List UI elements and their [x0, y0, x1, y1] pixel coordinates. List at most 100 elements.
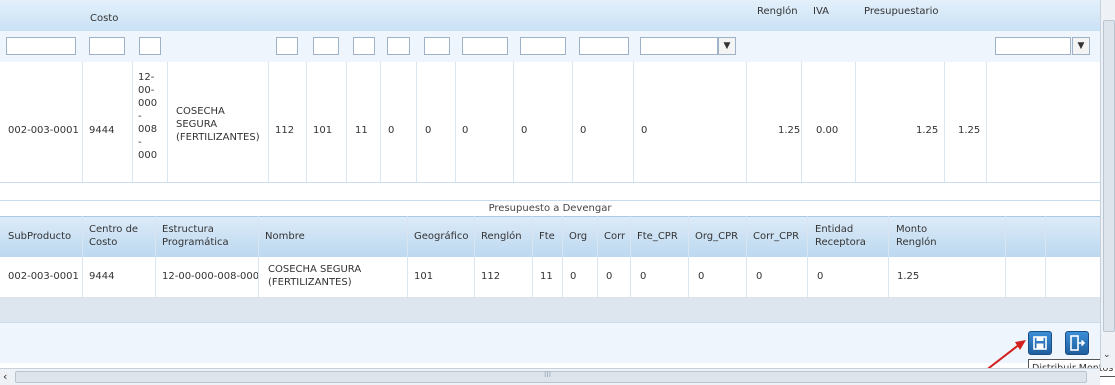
header-corr[interactable]: Corr: [604, 231, 625, 242]
chevron-left-icon[interactable]: ‹: [3, 370, 7, 383]
header-monto-renglon[interactable]: Monto Renglón: [896, 223, 937, 249]
cell-corr-cpr: 0: [756, 271, 763, 282]
lower-grid-row[interactable]: 002-003-0001 9444 12-00-000-008-000 COSE…: [0, 216, 1100, 298]
header-entidad-receptora[interactable]: Entidad Receptora: [815, 223, 866, 249]
cell-org: 0: [388, 125, 395, 136]
column-divider: [532, 216, 533, 297]
header-org[interactable]: Org: [569, 231, 587, 242]
cell-corr: 0: [606, 271, 613, 282]
cell-geografico: 101: [313, 125, 333, 136]
filter-org-cpr-input[interactable]: [520, 37, 566, 55]
toolbar-panel: [0, 322, 1100, 363]
header-geografico[interactable]: Geográfico: [414, 231, 469, 242]
column-divider: [455, 62, 456, 182]
filter-centro-input[interactable]: [89, 37, 125, 55]
column-divider: [82, 62, 83, 182]
cell-geografico: 101: [414, 271, 434, 282]
cell-nombre: COSECHA SEGURA (FERTILIZANTES): [268, 264, 362, 288]
cell-org-cpr: 0: [698, 271, 705, 282]
column-divider: [258, 216, 259, 297]
column-divider: [562, 216, 563, 297]
filter-icon: ▼: [723, 41, 731, 51]
column-divider: [474, 216, 475, 297]
column-divider: [888, 216, 889, 297]
filter-corr-cpr-input[interactable]: [579, 37, 629, 55]
horizontal-scroll-thumb[interactable]: III: [15, 370, 1087, 383]
scroll-grip: III: [544, 370, 552, 379]
cell-fte: 11: [355, 125, 368, 136]
filter-corr-input[interactable]: [424, 37, 450, 55]
cell-extra: 1.25: [958, 125, 981, 136]
chevron-down-icon[interactable]: ⌄: [1103, 350, 1111, 360]
column-divider: [746, 62, 747, 182]
filter-row: ▼ ▼: [0, 31, 1100, 63]
column-divider: [155, 216, 156, 297]
column-divider: [416, 62, 417, 182]
column-divider: [1005, 216, 1006, 297]
cell-monto: 1.25: [897, 271, 920, 282]
vertical-scroll-thumb[interactable]: [1103, 20, 1115, 332]
column-divider: [597, 216, 598, 297]
lower-grid-footer: [0, 297, 1100, 322]
filter-geografico-input[interactable]: [313, 37, 339, 55]
header-subproducto[interactable]: SubProducto: [8, 231, 71, 242]
column-divider: [801, 62, 802, 182]
cell-entidad: 0: [817, 271, 824, 282]
header-fte[interactable]: Fte: [539, 231, 555, 242]
cell-subproducto: 002-003-0001: [8, 271, 79, 282]
column-divider: [306, 62, 307, 182]
cell-iva: 0.00: [816, 125, 839, 136]
filter-subproducto-input[interactable]: [6, 37, 76, 55]
cell-estructura: 12-00-000-008-000: [162, 271, 260, 282]
filter-fte-cpr-input[interactable]: [462, 37, 508, 55]
header-nombre[interactable]: Nombre: [265, 231, 305, 242]
header-renglon: Renglón: [757, 6, 798, 17]
top-grid-header: Costo Renglón IVA Presupuestario: [0, 0, 1100, 32]
cell-estructura: 12- 00- 000 - 008 - 000: [138, 72, 158, 161]
column-divider: [407, 216, 408, 297]
exit-icon: [1070, 335, 1086, 351]
column-divider: [572, 62, 573, 182]
top-grid-row[interactable]: 002-003-0001 9444 12- 00- 000 - 008 - 00…: [0, 62, 1100, 183]
column-divider: [807, 216, 808, 297]
lower-grid-header: SubProducto Centro de Costo Estructura P…: [0, 216, 1100, 258]
cell-entidad: 0: [641, 125, 648, 136]
column-divider: [82, 216, 83, 297]
header-centro-costo[interactable]: Centro de Costo: [89, 223, 138, 249]
filter-entidad-input[interactable]: [640, 37, 718, 55]
column-divider: [633, 62, 634, 182]
header-presupuestario: Presupuestario: [864, 6, 939, 17]
filter-fte-input[interactable]: [353, 37, 375, 55]
horizontal-scrollbar[interactable]: ‹ III: [0, 368, 1100, 385]
filter-icon: ▼: [1077, 41, 1085, 51]
filter-org-input[interactable]: [387, 37, 410, 55]
cell-nombre: COSECHA SEGURA (FERTILIZANTES): [176, 106, 260, 143]
header-corr-cpr[interactable]: Corr_CPR: [753, 231, 799, 242]
header-estructura[interactable]: Estructura Programática: [162, 223, 229, 249]
column-divider: [268, 62, 269, 182]
column-divider: [746, 216, 747, 297]
exit-button[interactable]: [1065, 331, 1089, 355]
filter-last-input[interactable]: [995, 37, 1071, 55]
cell-centro-costo: 9444: [89, 271, 115, 282]
column-divider: [855, 62, 856, 182]
vertical-scrollbar[interactable]: ⌄: [1100, 0, 1115, 368]
header-renglon[interactable]: Renglón: [481, 231, 522, 242]
column-divider: [167, 62, 168, 182]
filter-renglon-input[interactable]: [276, 37, 298, 55]
filter-entidad-button[interactable]: ▼: [718, 37, 736, 55]
cell-renglon: 112: [275, 125, 295, 136]
header-iva: IVA: [813, 6, 829, 17]
cell-corr: 0: [425, 125, 432, 136]
column-divider: [380, 62, 381, 182]
column-divider: [688, 216, 689, 297]
header-org-cpr[interactable]: Org_CPR: [695, 231, 738, 242]
cell-subproducto: 002-003-0001: [8, 125, 79, 136]
cell-org-cpr: 0: [521, 125, 528, 136]
cell-org: 0: [570, 271, 577, 282]
header-fte-cpr[interactable]: Fte_CPR: [637, 231, 678, 242]
cell-monto-presupuestario: 1.25: [916, 125, 939, 136]
cell-fte-cpr: 0: [462, 125, 469, 136]
filter-last-button[interactable]: ▼: [1072, 37, 1090, 55]
filter-estructura-input[interactable]: [139, 37, 161, 55]
